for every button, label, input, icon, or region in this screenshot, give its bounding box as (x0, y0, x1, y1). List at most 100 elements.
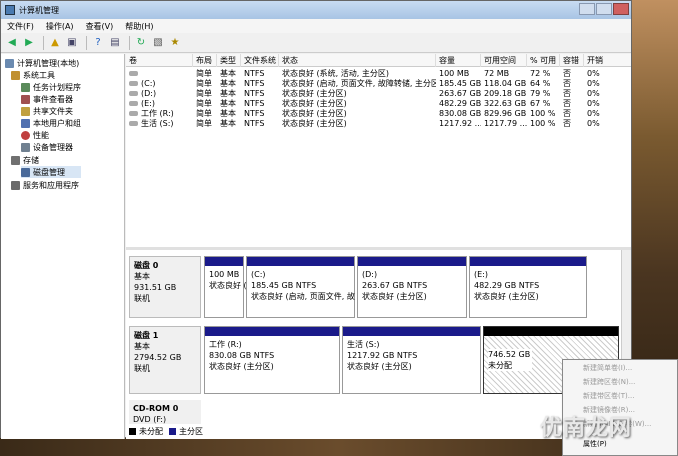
partition-d[interactable]: (D:) 263.67 GB NTFS 状态良好 (主分区) (357, 256, 467, 318)
cell-text: 0% (587, 79, 600, 88)
tree-item-shared-folders[interactable]: 共享文件夹 (21, 105, 73, 117)
table-cell: 72 MB (481, 69, 527, 79)
cell-text: 基本 (220, 109, 236, 118)
partition-status: 未分配 (488, 361, 512, 370)
disk-name: 磁盘 0 (134, 261, 159, 270)
close-button[interactable] (613, 3, 629, 15)
cell-text: 1217.79 ... (484, 119, 527, 128)
partition-title: (E:) (474, 270, 488, 279)
table-row[interactable]: (D:) 简单 基本 NTFS 状态良好 (主分区) 263.67 GB 209.18 GB… (126, 89, 631, 99)
col-fault-tolerance[interactable]: 容错 (560, 54, 584, 67)
menu-new-spanned-volume[interactable]: 新建跨区卷(N)... (563, 376, 678, 389)
cell-text: 简单 (196, 119, 212, 128)
col-capacity[interactable]: 容量 (436, 54, 481, 67)
cell-text: 482.29 GB (439, 99, 481, 108)
partition-status: 状态良好 (主分区) (362, 292, 427, 301)
shared-folder-icon (21, 106, 30, 116)
partition-r[interactable]: 工作 (R:) 830.08 GB NTFS 状态良好 (主分区) (204, 326, 340, 394)
maximize-button[interactable] (596, 3, 612, 15)
forward-arrow-icon[interactable]: ▶ (22, 36, 36, 50)
partition-s[interactable]: 生活 (S:) 1217.92 GB NTFS 状态良好 (主分区) (342, 326, 481, 394)
table-cell: 否 (560, 79, 584, 89)
cell-text: 基本 (220, 79, 236, 88)
cell-text: 基本 (220, 89, 236, 98)
tree-item-event-viewer[interactable]: 事件查看器 (21, 93, 73, 105)
tree-item-system-tools[interactable]: 系统工具 (11, 69, 55, 81)
menu-new-striped-volume[interactable]: 新建带区卷(T)... (563, 390, 678, 403)
table-cell: 状态良好 (主分区) (279, 119, 436, 129)
tree-item-performance[interactable]: 性能 (21, 129, 49, 141)
table-cell: 否 (560, 119, 584, 129)
table-row[interactable]: (E:) 简单 基本 NTFS 状态良好 (主分区) 482.29 GB 322.63 GB… (126, 99, 631, 109)
wizard-icon[interactable]: ★ (168, 36, 182, 50)
tree-item-disk-management[interactable]: 磁盘管理 (21, 166, 81, 178)
disk-1-row[interactable]: 磁盘 1 基本 2794.52 GB 联机 工作 (R:) 830.08 GB N… (129, 326, 621, 394)
back-arrow-icon[interactable]: ◀ (5, 36, 19, 50)
table-cell: 322.63 GB (481, 99, 527, 109)
partition-system-reserved[interactable]: 100 MB 状态良好 (主分区) (204, 256, 274, 318)
disk-management-icon (21, 167, 30, 177)
disk-0-label[interactable]: 磁盘 0 基本 931.51 GB 联机 (129, 256, 201, 318)
tree-item-label: 本地用户和组 (33, 118, 81, 128)
tree-item-label: 共享文件夹 (33, 106, 73, 116)
partition-c[interactable]: (C:) 185.45 GB NTFS 状态良好 (启动, 页面文件, 故 (246, 256, 355, 318)
table-row[interactable]: 生活 (S:) 简单 基本 NTFS 状态良好 (主分区) 1217.92 ... 1217… (126, 119, 631, 129)
col-layout[interactable]: 布局 (193, 54, 217, 67)
cell-text: 79 % (530, 89, 551, 98)
primary-partition-bar (205, 327, 339, 336)
cell-text: 100 % (530, 109, 556, 118)
table-cell: 简单 (193, 79, 217, 89)
tree-item-device-manager[interactable]: 设备管理器 (21, 141, 73, 153)
col-status[interactable]: 状态 (279, 54, 436, 67)
primary-partition-bar (205, 257, 243, 266)
col-overhead[interactable]: 开销 (584, 54, 631, 67)
disk-size: 931.51 GB (134, 283, 177, 292)
help-icon[interactable]: ? (91, 36, 105, 50)
partition-title: 生活 (S:) (347, 340, 380, 349)
menu-action[interactable]: 操作(A) (46, 21, 74, 32)
window-title: 计算机管理 (19, 5, 59, 15)
primary-partition-bar (470, 257, 586, 266)
tree-item-task-scheduler[interactable]: 任务计划程序 (21, 81, 81, 93)
view-icon[interactable]: ▤ (108, 36, 122, 50)
table-cell: 100 MB (436, 69, 481, 79)
cell-text: 72 % (530, 69, 551, 78)
title-bar: 计算机管理 (1, 1, 631, 19)
menu-view[interactable]: 查看(V) (86, 21, 114, 32)
refresh-icon[interactable]: ↻ (134, 36, 148, 50)
table-cell: 否 (560, 89, 584, 99)
up-folder-icon[interactable]: ▲ (48, 36, 62, 50)
tree-item-services-apps[interactable]: 服务和应用程序 (11, 179, 79, 191)
table-cell: 状态良好 (启动, 页面文件, 故障转储, 主分区) (279, 79, 436, 89)
partition-e[interactable]: (E:) 482.29 GB NTFS 状态良好 (主分区) (469, 256, 587, 318)
tree-item-local-users[interactable]: 本地用户和组 (21, 117, 81, 129)
table-cell: NTFS (241, 79, 279, 89)
minimize-button[interactable] (579, 3, 595, 15)
table-cell: 基本 (217, 79, 241, 89)
col-filesystem[interactable]: 文件系统 (241, 54, 279, 67)
table-cell: 简单 (193, 119, 217, 129)
disk-0-row[interactable]: 磁盘 0 基本 931.51 GB 联机 100 MB 状态良好 (主分区) (C… (129, 256, 621, 318)
table-row[interactable]: 工作 (R:) 简单 基本 NTFS 状态良好 (主分区) 830.08 GB 829.96… (126, 109, 631, 119)
col-volume[interactable]: 卷 (126, 54, 193, 67)
col-percent-free[interactable]: % 可用 (527, 54, 560, 67)
partition-size: 746.52 GB (488, 350, 531, 359)
cdrom-label[interactable]: CD-ROM 0 DVD (F:) (129, 400, 201, 424)
table-cell: 状态良好 (系统, 活动, 主分区) (279, 69, 436, 79)
col-free-space[interactable]: 可用空间 (481, 54, 527, 67)
table-row[interactable]: 简单 基本 NTFS 状态良好 (系统, 活动, 主分区) 100 MB 72 MB 72 … (126, 69, 631, 79)
cell-text: 100 MB (439, 69, 470, 78)
menu-new-simple-volume[interactable]: 新建简单卷(I)... (563, 362, 678, 375)
show-hide-tree-icon[interactable]: ▣ (65, 36, 79, 50)
col-type[interactable]: 类型 (217, 54, 241, 67)
disk-1-label[interactable]: 磁盘 1 基本 2794.52 GB 联机 (129, 326, 201, 394)
table-row[interactable]: (C:) 简单 基本 NTFS 状态良好 (启动, 页面文件, 故障转储, 主分区) 18… (126, 79, 631, 89)
properties-icon[interactable]: ▧ (151, 36, 165, 50)
tree-item-computer-management[interactable]: 计算机管理(本地) (5, 57, 79, 69)
menu-help[interactable]: 帮助(H) (125, 21, 153, 32)
menu-bar: 文件(F) 操作(A) 查看(V) 帮助(H) (1, 19, 631, 33)
tree-item-storage[interactable]: 存储 (11, 154, 39, 166)
legend-unallocated-swatch (129, 428, 136, 435)
menu-file[interactable]: 文件(F) (7, 21, 34, 32)
window-controls (578, 3, 629, 15)
